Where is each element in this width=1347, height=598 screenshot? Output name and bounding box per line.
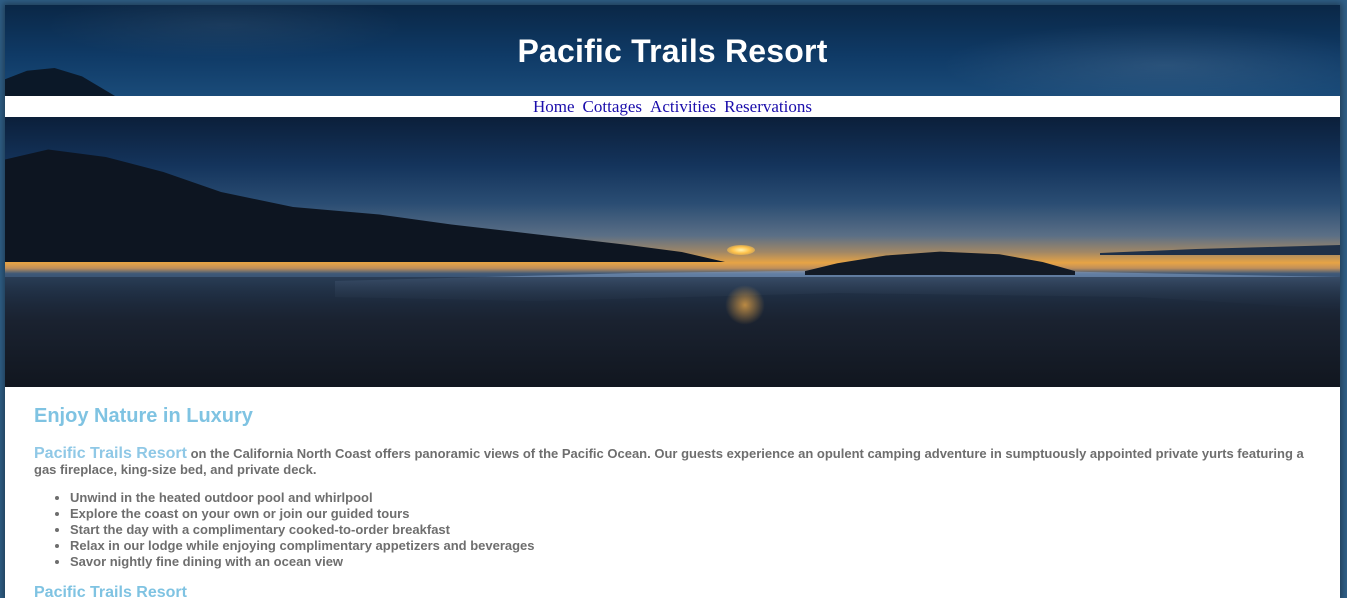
page-wrapper: Pacific Trails Resort Home Cottages Acti…: [5, 5, 1340, 598]
headland-silhouette: [5, 149, 725, 262]
resort-name-highlight: Pacific Trails Resort: [34, 445, 187, 462]
site-title: Pacific Trails Resort: [517, 33, 828, 69]
header-rock-silhouette: [5, 68, 115, 96]
nav-link-reservations[interactable]: Reservations: [724, 97, 812, 116]
nav-link-cottages[interactable]: Cottages: [583, 97, 643, 116]
features-list: Unwind in the heated outdoor pool and wh…: [34, 490, 1311, 570]
site-header: Pacific Trails Resort: [5, 5, 1340, 96]
list-item: Start the day with a complimentary cooke…: [70, 522, 1311, 538]
rock-island: [805, 251, 1075, 275]
list-item: Savor nightly fine dining with an ocean …: [70, 554, 1311, 570]
nav-link-home[interactable]: Home: [533, 97, 575, 116]
section-heading: Enjoy Nature in Luxury: [34, 405, 253, 427]
list-item: Unwind in the heated outdoor pool and wh…: [70, 490, 1311, 506]
contact-heading: Pacific Trails Resort: [34, 584, 187, 598]
list-item: Relax in our lodge while enjoying compli…: [70, 538, 1311, 554]
wet-sand-beach: [5, 277, 1340, 387]
main-nav: Home Cottages Activities Reservations: [5, 96, 1340, 117]
nav-link-activities[interactable]: Activities: [650, 97, 716, 116]
intro-paragraph: Pacific Trails Resort on the California …: [34, 446, 1311, 478]
list-item: Explore the coast on your own or join ou…: [70, 506, 1311, 522]
sun-reflection: [725, 285, 765, 325]
distant-hills: [1100, 245, 1340, 255]
main-content: Enjoy Nature in Luxury Pacific Trails Re…: [5, 387, 1340, 598]
intro-text: on the California North Coast offers pan…: [34, 446, 1304, 477]
setting-sun: [727, 245, 755, 255]
sunset-beach-image: [5, 117, 1340, 387]
